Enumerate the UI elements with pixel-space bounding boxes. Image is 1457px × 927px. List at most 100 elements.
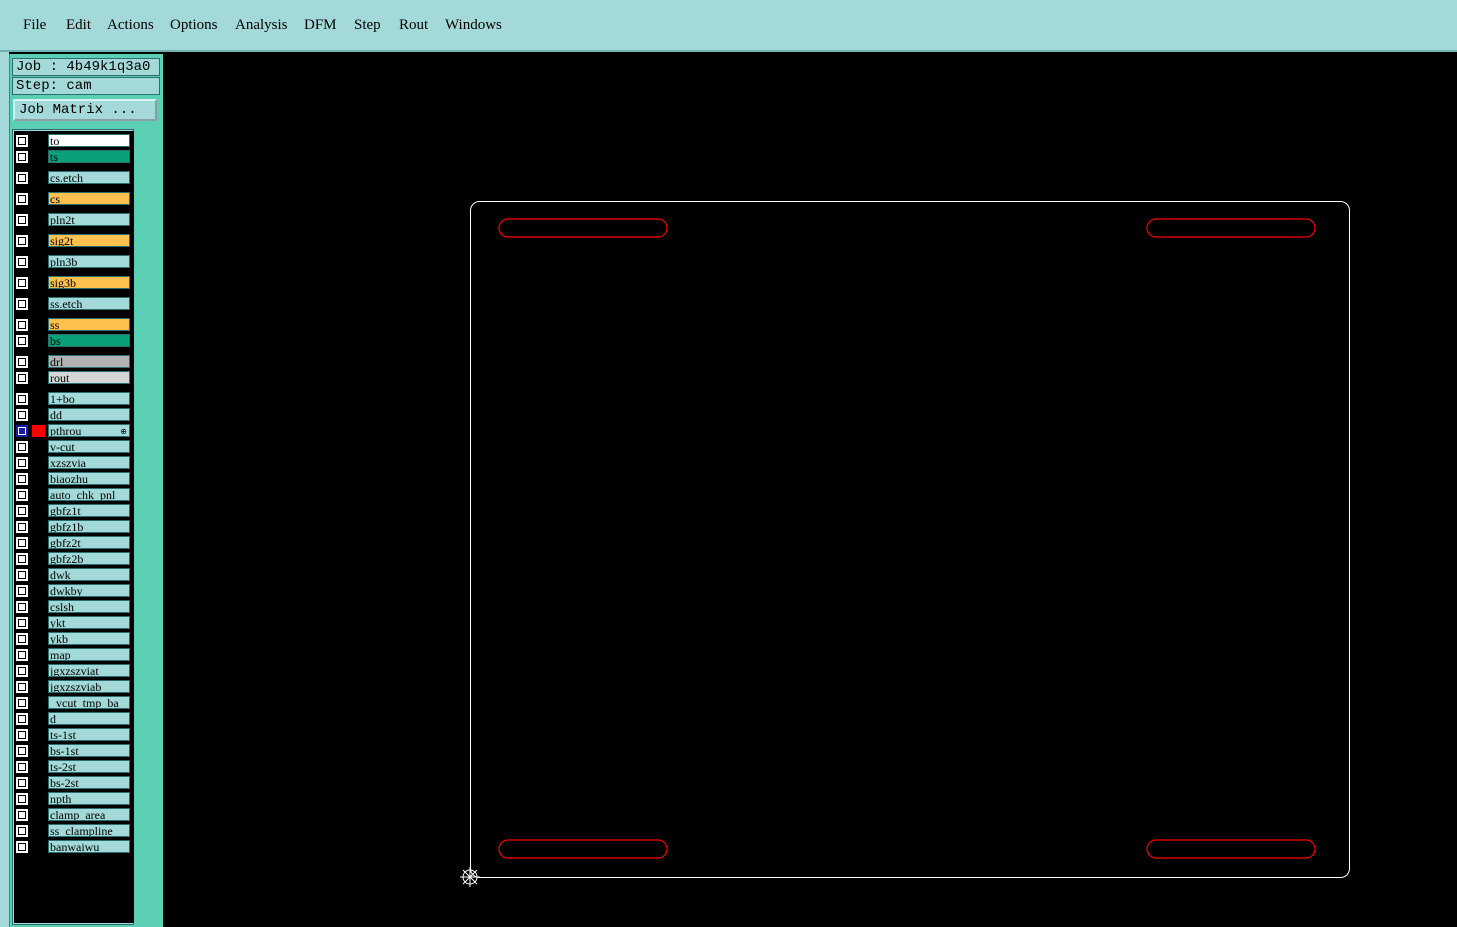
layer-checkbox[interactable] — [16, 841, 28, 853]
layer-checkbox[interactable] — [16, 697, 28, 709]
layer-checkbox[interactable] — [16, 151, 28, 163]
layer-name[interactable]: ss_clampline — [48, 824, 130, 837]
layer-row-gbfz1b[interactable]: gbfz1b — [14, 520, 134, 534]
layer-name[interactable]: bs-1st — [48, 744, 130, 757]
layer-color-swatch[interactable] — [32, 537, 45, 549]
layer-color-swatch[interactable] — [32, 409, 45, 421]
layer-name[interactable]: bs-2st — [48, 776, 130, 789]
menu-step[interactable]: Step — [354, 17, 381, 34]
job-matrix-button[interactable]: Job Matrix ... — [13, 99, 157, 121]
layer-row-cslsh[interactable]: cslsh — [14, 600, 134, 614]
layer-row-sig2t[interactable]: sig2t — [14, 234, 134, 248]
layer-list[interactable]: to ts cs.etch cs pln2t sig2t pln3b sig3b ss.etch… — [14, 131, 134, 923]
layer-color-swatch[interactable] — [32, 319, 45, 331]
layer-row-map[interactable]: map — [14, 648, 134, 662]
layer-name[interactable]: gbfz2b — [48, 552, 130, 565]
layer-color-swatch[interactable] — [32, 601, 45, 613]
layer-name[interactable]: dd — [48, 408, 130, 421]
layer-name[interactable]: npth — [48, 792, 130, 805]
layer-row-sig3b[interactable]: sig3b — [14, 276, 134, 290]
layer-name[interactable]: xzszvia — [48, 456, 130, 469]
layer-row-ykb[interactable]: ykb — [14, 632, 134, 646]
layer-checkbox[interactable] — [16, 825, 28, 837]
layer-color-swatch[interactable] — [32, 505, 45, 517]
layer-checkbox[interactable] — [16, 617, 28, 629]
layer-checkbox[interactable] — [16, 729, 28, 741]
layer-color-swatch[interactable] — [32, 135, 45, 147]
layer-color-swatch[interactable] — [32, 713, 45, 725]
menu-options[interactable]: Options — [170, 17, 218, 34]
layer-name[interactable]: cs.etch — [48, 171, 130, 184]
layer-checkbox[interactable] — [16, 356, 28, 368]
layer-name[interactable]: dwkby — [48, 584, 130, 597]
layer-color-swatch[interactable] — [32, 489, 45, 501]
layer-name[interactable]: gbfz2t — [48, 536, 130, 549]
layer-checkbox[interactable] — [16, 489, 28, 501]
layer-checkbox[interactable] — [16, 372, 28, 384]
layer-row-ss-etch[interactable]: ss.etch — [14, 297, 134, 311]
layer-row-cs-etch[interactable]: cs.etch — [14, 171, 134, 185]
layer-color-swatch[interactable] — [32, 809, 45, 821]
layer-color-swatch[interactable] — [32, 793, 45, 805]
layer-name[interactable]: cslsh — [48, 600, 130, 613]
layer-checkbox[interactable] — [16, 585, 28, 597]
layer-row-dd[interactable]: dd — [14, 408, 134, 422]
layer-name[interactable]: v-cut — [48, 440, 130, 453]
layer-color-swatch[interactable] — [32, 356, 45, 368]
layer-row-gbfz2t[interactable]: gbfz2t — [14, 536, 134, 550]
layer-row-banwaiwu[interactable]: banwaiwu — [14, 840, 134, 854]
layer-color-swatch[interactable] — [32, 841, 45, 853]
layer-row-jgxzszviab[interactable]: jgxzszviab — [14, 680, 134, 694]
layer-checkbox[interactable] — [16, 553, 28, 565]
layer-color-swatch[interactable] — [32, 393, 45, 405]
layer-checkbox[interactable] — [16, 505, 28, 517]
layer-name[interactable]: banwaiwu — [48, 840, 130, 853]
layer-checkbox[interactable] — [16, 745, 28, 757]
layer-row-gbfz1t[interactable]: gbfz1t — [14, 504, 134, 518]
layer-checkbox[interactable] — [16, 521, 28, 533]
layer-color-swatch[interactable] — [32, 256, 45, 268]
layer-row-biaozhu[interactable]: biaozhu — [14, 472, 134, 486]
layer-checkbox[interactable] — [16, 809, 28, 821]
layer-checkbox[interactable] — [16, 537, 28, 549]
layer-color-swatch[interactable] — [32, 665, 45, 677]
layer-checkbox[interactable] — [16, 298, 28, 310]
layer-name[interactable]: sig3b — [48, 276, 130, 289]
layer-checkbox[interactable] — [16, 335, 28, 347]
layer-checkbox[interactable] — [16, 172, 28, 184]
layer-checkbox[interactable] — [16, 681, 28, 693]
layer-name[interactable]: ss.etch — [48, 297, 130, 310]
menu-actions[interactable]: Actions — [107, 17, 154, 34]
layer-checkbox[interactable] — [16, 569, 28, 581]
layer-name[interactable]: to — [48, 134, 130, 147]
layer-name[interactable]: gbfz1b — [48, 520, 130, 533]
layer-name[interactable]: dwk — [48, 568, 130, 581]
layer-row-clamp-area[interactable]: clamp_area — [14, 808, 134, 822]
layer-row-xzszvia[interactable]: xzszvia — [14, 456, 134, 470]
layer-row-d[interactable]: d — [14, 712, 134, 726]
layer-row-ts-2st[interactable]: ts-2st — [14, 760, 134, 774]
layer-checkbox[interactable] — [16, 235, 28, 247]
layer-name[interactable]: 1+bo — [48, 392, 130, 405]
layer-name[interactable]: rout — [48, 371, 130, 384]
layer-color-swatch[interactable] — [32, 777, 45, 789]
layer-name[interactable]: pln2t — [48, 213, 130, 226]
layer-row-bs-1st[interactable]: bs-1st — [14, 744, 134, 758]
layer-name[interactable]: ss — [48, 318, 130, 331]
layer-row-jgxzszviat[interactable]: jgxzszviat — [14, 664, 134, 678]
layer-row-pln2t[interactable]: pln2t — [14, 213, 134, 227]
layer-color-swatch[interactable] — [32, 214, 45, 226]
menu-windows[interactable]: Windows — [445, 17, 502, 34]
layer-name[interactable]: clamp_area — [48, 808, 130, 821]
layer-row-auto-chk-pnl[interactable]: auto_chk_pnl — [14, 488, 134, 502]
layer-checkbox[interactable] — [16, 713, 28, 725]
layer-checkbox[interactable] — [16, 214, 28, 226]
layer-name[interactable]: cs — [48, 192, 130, 205]
layer-color-swatch[interactable] — [32, 298, 45, 310]
layer-checkbox[interactable] — [16, 777, 28, 789]
layer-checkbox[interactable] — [16, 393, 28, 405]
layer-color-swatch[interactable] — [32, 569, 45, 581]
layer-checkbox[interactable] — [16, 793, 28, 805]
layer-color-swatch[interactable] — [32, 633, 45, 645]
layer-row-cs[interactable]: cs — [14, 192, 134, 206]
